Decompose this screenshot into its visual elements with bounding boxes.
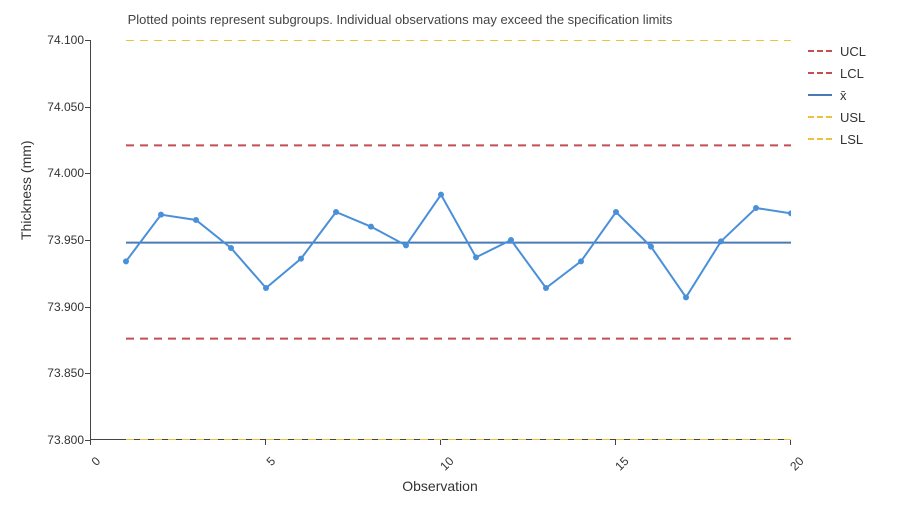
data-point <box>298 256 304 262</box>
x-axis-label: Observation <box>90 478 790 494</box>
y-axis-label: Thickness (mm) <box>18 140 34 240</box>
data-point <box>648 244 654 250</box>
x-tick-label: 10 <box>437 454 456 473</box>
data-point <box>473 254 479 260</box>
legend-swatch <box>808 138 832 140</box>
data-point <box>228 245 234 251</box>
y-tick-label: 73.900 <box>34 300 84 314</box>
data-point <box>543 285 549 291</box>
legend-swatch <box>808 94 832 96</box>
data-point <box>788 210 791 216</box>
data-point <box>508 237 514 243</box>
y-tick-label: 73.850 <box>34 366 84 380</box>
plot-inner <box>90 40 790 440</box>
plot-area: 73.80073.85073.90073.95074.00074.05074.1… <box>90 40 790 440</box>
data-point <box>613 209 619 215</box>
data-point <box>753 205 759 211</box>
data-point <box>403 242 409 248</box>
legend-item: LSL <box>808 128 886 150</box>
x-tick-label: 0 <box>89 454 104 469</box>
data-point <box>123 258 129 264</box>
y-tick-label: 73.800 <box>34 433 84 447</box>
legend-item: x̄ <box>808 84 886 106</box>
chart-subtitle: Plotted points represent subgroups. Indi… <box>0 12 800 27</box>
y-tick-label: 73.950 <box>34 233 84 247</box>
data-point <box>368 224 374 230</box>
plot-svg <box>91 40 791 440</box>
x-tick-label: 20 <box>787 454 806 473</box>
data-point <box>193 217 199 223</box>
legend-item: UCL <box>808 40 886 62</box>
data-series-line <box>126 195 791 298</box>
legend-label: LCL <box>840 66 864 81</box>
x-tick-label: 5 <box>264 454 279 469</box>
legend-item: USL <box>808 106 886 128</box>
x-tick-label: 15 <box>612 454 631 473</box>
legend-swatch <box>808 50 832 52</box>
y-tick-label: 74.100 <box>34 33 84 47</box>
y-tick-label: 74.000 <box>34 166 84 180</box>
legend-swatch <box>808 116 832 118</box>
data-point <box>718 238 724 244</box>
legend-label: LSL <box>840 132 863 147</box>
legend-label: x̄ <box>840 88 847 103</box>
legend: UCL LCL x̄ USL LSL <box>808 40 886 150</box>
legend-label: UCL <box>840 44 866 59</box>
legend-item: LCL <box>808 62 886 84</box>
data-point <box>333 209 339 215</box>
legend-swatch <box>808 72 832 74</box>
data-point <box>158 212 164 218</box>
data-point <box>438 192 444 198</box>
data-point <box>683 294 689 300</box>
y-tick-label: 74.050 <box>34 100 84 114</box>
data-point <box>263 285 269 291</box>
chart-container: Plotted points represent subgroups. Indi… <box>0 0 900 506</box>
legend-label: USL <box>840 110 865 125</box>
data-point <box>578 258 584 264</box>
